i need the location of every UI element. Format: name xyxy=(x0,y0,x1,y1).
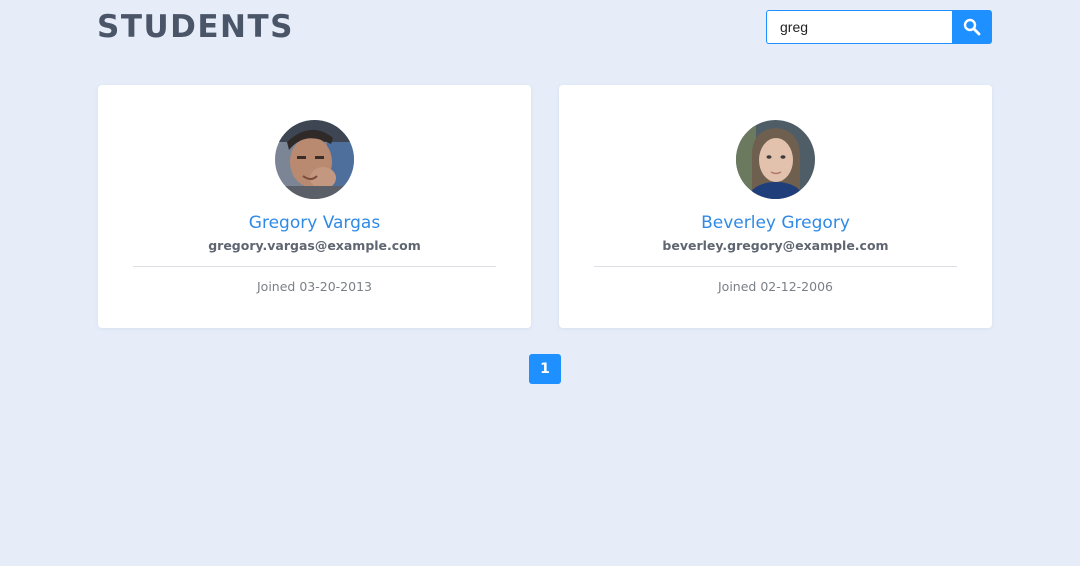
avatar xyxy=(736,120,815,199)
search-icon xyxy=(963,18,981,36)
student-name: Gregory Vargas xyxy=(248,213,381,233)
search-button[interactable] xyxy=(952,10,992,44)
student-name: Beverley Gregory xyxy=(701,213,850,233)
divider xyxy=(133,266,496,267)
student-email: gregory.vargas@example.com xyxy=(208,238,421,253)
student-card: Beverley Gregory beverley.gregory@exampl… xyxy=(559,85,992,328)
divider xyxy=(594,266,957,267)
search-bar xyxy=(766,10,992,44)
student-email: beverley.gregory@example.com xyxy=(662,238,889,253)
page-title: STUDENTS xyxy=(97,9,294,45)
pagination: 1 xyxy=(529,354,561,384)
search-input[interactable] xyxy=(766,10,952,44)
page-button-1[interactable]: 1 xyxy=(529,354,561,384)
student-card: Gregory Vargas gregory.vargas@example.co… xyxy=(98,85,531,328)
joined-date: Joined 03-20-2013 xyxy=(257,279,372,294)
joined-date: Joined 02-12-2006 xyxy=(718,279,833,294)
avatar xyxy=(275,120,354,199)
